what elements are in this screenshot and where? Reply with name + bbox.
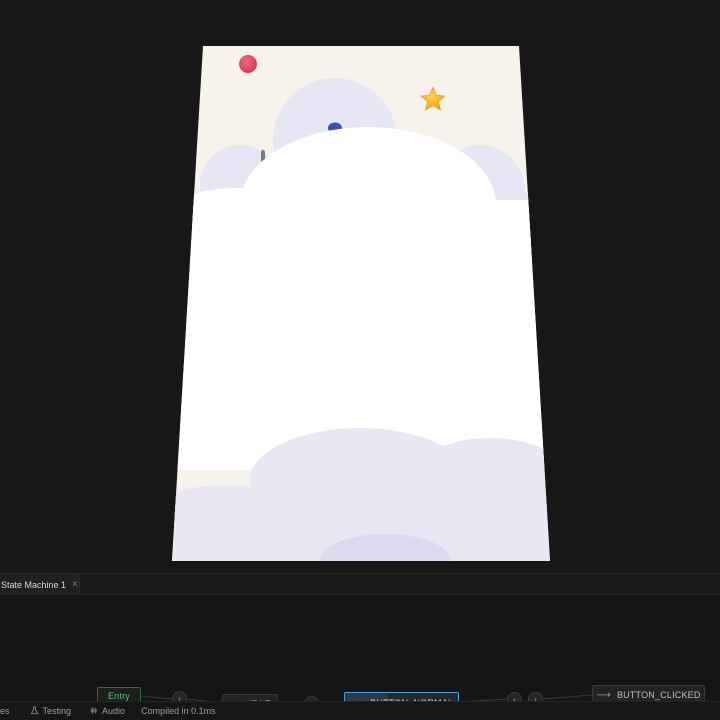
red-ball xyxy=(239,55,257,73)
status-bar: es Testing Audio Compiled in 0.1ms xyxy=(0,701,720,720)
status-testing[interactable]: Testing xyxy=(30,705,72,717)
state-machine-panel: State Machine 1 × Entry › ‹ › ⟶ BUTTON_C… xyxy=(0,573,720,714)
status-compiled: Compiled in 0.1ms xyxy=(141,706,216,716)
close-icon[interactable]: × xyxy=(72,579,78,590)
status-compiled-label: Compiled in 0.1ms xyxy=(141,706,216,716)
artboard-view[interactable] xyxy=(0,0,720,572)
node-label: Entry xyxy=(107,691,130,701)
status-files[interactable]: es xyxy=(0,706,10,716)
status-files-label: es xyxy=(0,706,10,716)
flask-icon xyxy=(30,705,39,717)
audio-wave-icon xyxy=(89,706,98,717)
arrow-right-icon: ⟶ xyxy=(596,689,611,701)
status-audio-label: Audio xyxy=(102,706,126,716)
status-audio[interactable]: Audio xyxy=(89,706,125,717)
tab-state-machine-1[interactable]: State Machine 1 × xyxy=(0,574,80,595)
status-testing-label: Testing xyxy=(42,706,72,716)
artboard[interactable] xyxy=(155,40,570,572)
state-graph[interactable]: Entry › ⟶ IDLE › ⟶ BUTTON_NORMAL ‹ › xyxy=(0,595,720,714)
stage-canvas[interactable] xyxy=(0,0,720,572)
panel-tab-bar: State Machine 1 × xyxy=(0,574,720,595)
rive-editor: State Machine 1 × Entry › ‹ › ⟶ BUTTON_C… xyxy=(0,0,720,720)
connection-entry-idle-a xyxy=(140,695,173,700)
tab-label: State Machine 1 xyxy=(1,579,67,590)
node-label: BUTTON_CLICKED xyxy=(616,690,701,700)
connection-normal-clicked-b xyxy=(542,694,593,700)
